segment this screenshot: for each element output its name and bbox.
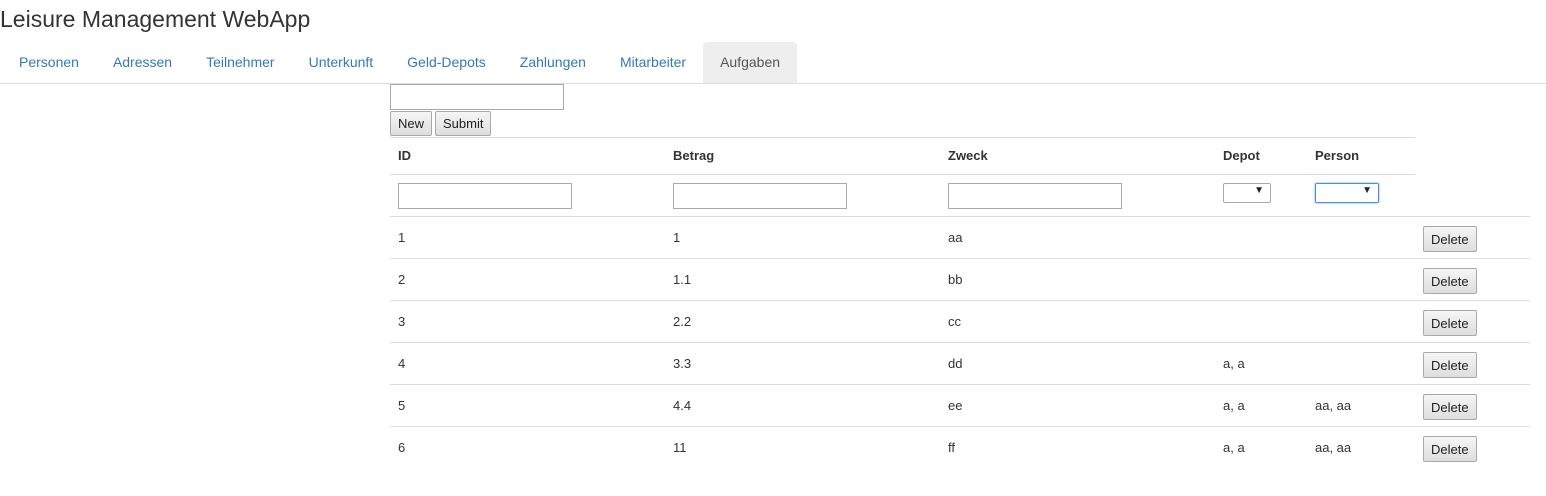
cell-depot [1215, 216, 1307, 259]
cell-depot: a, a [1215, 426, 1307, 469]
cell-id: 6 [390, 426, 665, 469]
column-header-betrag[interactable]: Betrag [665, 137, 940, 175]
cell-zweck: dd [940, 342, 1215, 385]
cell-zweck: aa [940, 216, 1215, 259]
tab-geld-depots[interactable]: Geld-Depots [390, 42, 503, 83]
cell-person: aa, aa [1307, 384, 1415, 427]
column-header-zweck[interactable]: Zweck [940, 137, 1215, 175]
delete-button[interactable]: Delete [1423, 268, 1477, 294]
column-header-person[interactable]: Person [1307, 137, 1415, 175]
cell-betrag: 1.1 [665, 258, 940, 301]
cell-person [1307, 216, 1415, 259]
app-title: Leisure Management WebApp [0, 6, 311, 32]
cell-zweck: bb [940, 258, 1215, 301]
table-row: 1 1 aa Delete [390, 216, 1530, 259]
cell-id: 1 [390, 216, 665, 259]
tab-mitarbeiter[interactable]: Mitarbeiter [603, 42, 703, 83]
filter-betrag-input[interactable] [673, 183, 847, 209]
column-header-depot[interactable]: Depot [1215, 137, 1307, 175]
main-nav-tabs: Personen Adressen Teilnehmer Unterkunft … [0, 42, 1546, 84]
cell-betrag: 11 [665, 426, 940, 469]
column-header-id[interactable]: ID [390, 137, 665, 175]
cell-zweck: ff [940, 426, 1215, 469]
column-header-actions [1415, 138, 1530, 175]
cell-id: 3 [390, 300, 665, 343]
cell-person [1307, 258, 1415, 301]
table-row: 5 4.4 ee a, a aa, aa Delete [390, 384, 1530, 427]
cell-depot [1215, 300, 1307, 343]
filter-depot-select[interactable]: ▼ [1223, 183, 1271, 203]
main-content: New Submit ID Betrag Zweck Depot Person … [390, 84, 1530, 469]
table-header-row: ID Betrag Zweck Depot Person [390, 137, 1530, 175]
chevron-down-icon: ▼ [1362, 185, 1372, 196]
delete-button[interactable]: Delete [1423, 226, 1477, 252]
tab-adressen[interactable]: Adressen [96, 42, 189, 83]
tab-aufgaben[interactable]: Aufgaben [703, 42, 798, 83]
cell-zweck: cc [940, 300, 1215, 343]
toolbar: New Submit [390, 111, 1530, 136]
search-input[interactable] [390, 84, 564, 110]
cell-depot: a, a [1215, 384, 1307, 427]
table-row: 6 11 ff a, a aa, aa Delete [390, 426, 1530, 469]
tab-teilnehmer[interactable]: Teilnehmer [189, 42, 291, 83]
cell-person [1307, 300, 1415, 343]
filter-row: ▼ ▼ [390, 174, 1530, 217]
table-row: 2 1.1 bb Delete [390, 258, 1530, 301]
new-button[interactable]: New [390, 111, 433, 136]
cell-depot: a, a [1215, 342, 1307, 385]
cell-id: 2 [390, 258, 665, 301]
filter-id-input[interactable] [398, 183, 572, 209]
filter-zweck-input[interactable] [948, 183, 1122, 209]
cell-id: 4 [390, 342, 665, 385]
cell-betrag: 4.4 [665, 384, 940, 427]
cell-betrag: 1 [665, 216, 940, 259]
cell-betrag: 3.3 [665, 342, 940, 385]
tab-unterkunft[interactable]: Unterkunft [292, 42, 391, 83]
delete-button[interactable]: Delete [1423, 394, 1477, 420]
cell-zweck: ee [940, 384, 1215, 427]
delete-button[interactable]: Delete [1423, 352, 1477, 378]
table-row: 4 3.3 dd a, a Delete [390, 342, 1530, 385]
cell-id: 5 [390, 384, 665, 427]
aufgaben-table: ID Betrag Zweck Depot Person ▼ ▼ 1 1 aa [390, 137, 1530, 469]
filter-person-select[interactable]: ▼ [1315, 183, 1379, 203]
cell-betrag: 2.2 [665, 300, 940, 343]
chevron-down-icon: ▼ [1254, 185, 1264, 196]
delete-button[interactable]: Delete [1423, 310, 1477, 336]
delete-button[interactable]: Delete [1423, 436, 1477, 462]
cell-depot [1215, 258, 1307, 301]
tab-personen[interactable]: Personen [2, 42, 96, 83]
submit-button[interactable]: Submit [435, 111, 492, 136]
cell-person: aa, aa [1307, 426, 1415, 469]
tab-zahlungen[interactable]: Zahlungen [503, 42, 603, 83]
cell-person [1307, 342, 1415, 385]
table-row: 3 2.2 cc Delete [390, 300, 1530, 343]
